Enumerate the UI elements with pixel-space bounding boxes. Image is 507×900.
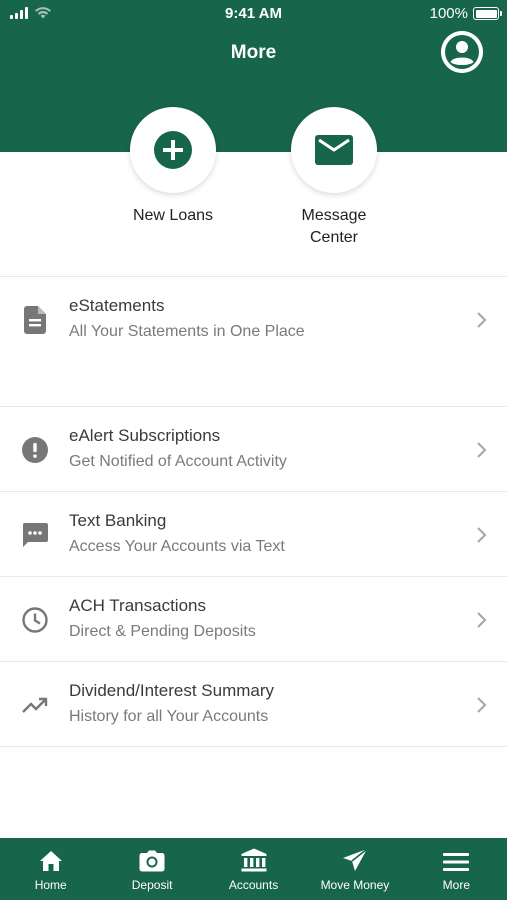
alert-icon	[22, 437, 48, 463]
new-loans-label: New Loans	[132, 207, 214, 224]
list-item-dividend-interest-summary[interactable]: Dividend/Interest Summary History for al…	[0, 662, 507, 747]
tab-home[interactable]: Home	[0, 838, 101, 900]
section-spacer	[0, 361, 507, 406]
camera-icon	[139, 850, 165, 872]
user-avatar-icon	[441, 31, 483, 73]
tab-label: Home	[34, 878, 67, 892]
list-item-estatements[interactable]: eStatements All Your Statements in One P…	[0, 277, 507, 362]
menu-icon	[443, 853, 470, 871]
clock-icon	[22, 607, 48, 633]
tab-label: Accounts	[228, 878, 279, 892]
list-item-ealert-subscriptions[interactable]: eAlert Subscriptions Get Notified of Acc…	[0, 407, 507, 492]
status-bar: 9:41 AM 100%	[0, 0, 507, 28]
battery-icon	[473, 7, 502, 20]
tab-label: Move Money	[320, 878, 390, 892]
list-item-title: Text Banking	[69, 511, 167, 530]
list-item-title: Dividend/Interest Summary	[69, 681, 275, 700]
message-center-button[interactable]: Message Center	[291, 107, 377, 249]
list-item-subtitle: All Your Statements in One Place	[69, 323, 305, 340]
plus-icon	[154, 131, 192, 169]
chevron-right-icon	[477, 312, 487, 328]
chat-icon	[22, 523, 48, 547]
tab-more[interactable]: More	[406, 838, 507, 900]
bank-icon	[241, 848, 267, 872]
list-item-subtitle: Direct & Pending Deposits	[69, 623, 256, 640]
list-section-services: eAlert Subscriptions Get Notified of Acc…	[0, 406, 507, 747]
home-icon	[39, 851, 62, 871]
document-icon	[24, 306, 46, 334]
list-item-title: eStatements	[69, 296, 165, 315]
tab-label: Deposit	[131, 878, 173, 892]
message-center-label: Message Center	[301, 207, 367, 246]
list-item-ach-transactions[interactable]: ACH Transactions Direct & Pending Deposi…	[0, 577, 507, 662]
battery-percent: 100%	[429, 5, 468, 22]
page-title: More	[230, 42, 277, 63]
bottom-tab-bar: Home Deposit Accounts Move Money More	[0, 838, 507, 900]
send-icon	[342, 848, 368, 871]
tab-deposit[interactable]: Deposit	[101, 838, 202, 900]
new-loans-button[interactable]: New Loans	[130, 107, 216, 227]
list-item-subtitle: Access Your Accounts via Text	[69, 538, 285, 555]
trending-up-icon	[22, 697, 48, 713]
tab-label: More	[442, 878, 470, 892]
list-item-subtitle: History for all Your Accounts	[69, 708, 269, 725]
list-item-subtitle: Get Notified of Account Activity	[69, 453, 287, 470]
envelope-icon	[315, 135, 353, 165]
list-item-title: eAlert Subscriptions	[69, 426, 221, 445]
chevron-right-icon	[477, 612, 487, 628]
chevron-right-icon	[477, 697, 487, 713]
chevron-right-icon	[477, 442, 487, 458]
profile-button[interactable]	[441, 31, 483, 73]
tab-accounts[interactable]: Accounts	[203, 838, 304, 900]
list-section-statements: eStatements All Your Statements in One P…	[0, 276, 507, 362]
list-item-title: ACH Transactions	[69, 596, 206, 615]
tab-move-money[interactable]: Move Money	[304, 838, 405, 900]
chevron-right-icon	[477, 527, 487, 543]
list-item-text-banking[interactable]: Text Banking Access Your Accounts via Te…	[0, 492, 507, 577]
